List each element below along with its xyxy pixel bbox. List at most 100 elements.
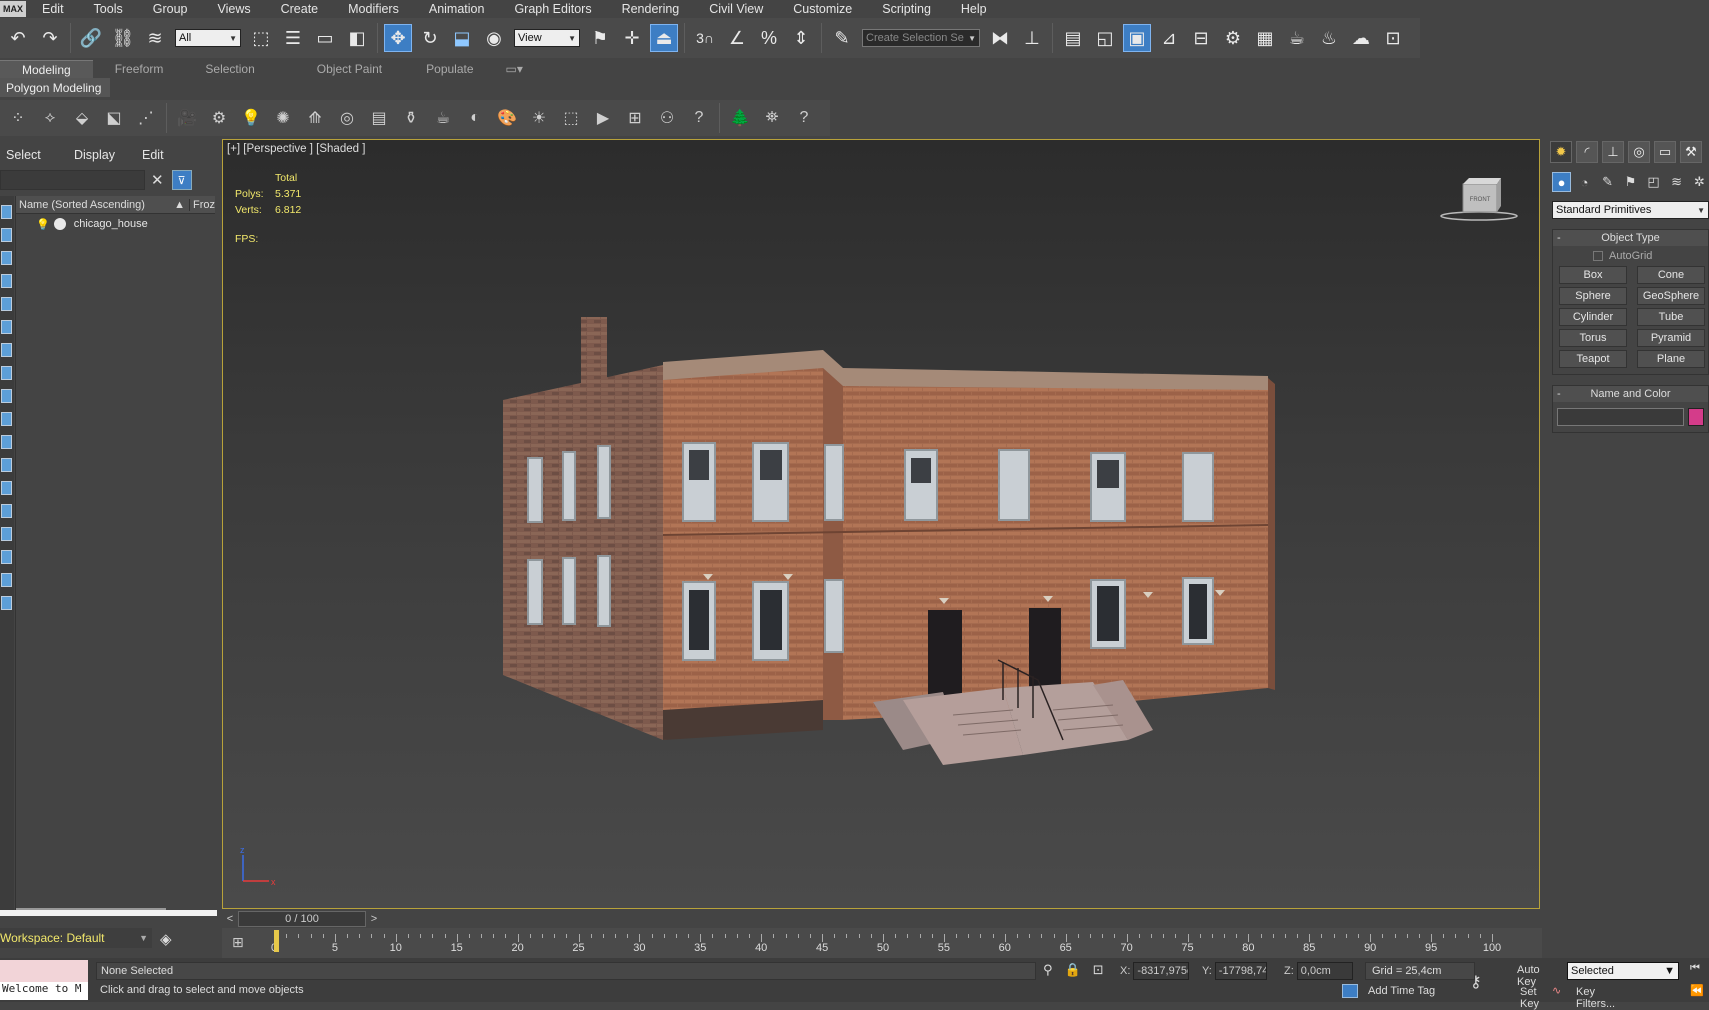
motion-tab-icon[interactable]: ◎ [1628, 141, 1650, 163]
lock-icon[interactable]: 🔒 [1065, 962, 1081, 978]
select-face-icon[interactable]: ⬙ [68, 104, 96, 132]
display-spacewarps-icon[interactable] [1, 320, 12, 334]
populate-lights-icon[interactable]: ⛯ [758, 104, 786, 132]
modify-tab-icon[interactable]: ◜ [1576, 141, 1598, 163]
select-vertex-icon[interactable]: ⁘ [4, 104, 32, 132]
palette-icon[interactable]: 🎨 [493, 104, 521, 132]
menu-animation[interactable]: Animation [413, 2, 499, 16]
manipulate-icon[interactable]: ✛ [618, 24, 646, 52]
display-tab-icon[interactable]: ▭ [1654, 141, 1676, 163]
select-edge-icon[interactable]: ⟡ [36, 104, 64, 132]
tube-button[interactable]: Tube [1637, 308, 1705, 326]
shapes-icon[interactable]: ◔ [1575, 172, 1594, 192]
absolute-mode-icon[interactable]: ⊡ [1093, 962, 1104, 978]
time-next-button[interactable]: > [366, 913, 382, 925]
curve-editor-icon[interactable]: ▣ [1123, 24, 1151, 52]
select-object-icon[interactable]: ⬚ [247, 24, 275, 52]
workspace-dropdown[interactable]: Workspace: Default ▼ [0, 928, 152, 948]
tab-selection[interactable]: Selection [185, 60, 294, 78]
curve-editor-mini-icon[interactable]: ⊞ [232, 934, 244, 951]
object-name-field[interactable] [1557, 408, 1685, 426]
tab-modeling[interactable]: Modeling [0, 60, 93, 78]
torus-button[interactable]: Torus [1559, 329, 1627, 347]
display-cameras-icon[interactable] [1, 274, 12, 288]
light-bulb-icon[interactable]: 💡 [36, 218, 50, 231]
play-frame-icon[interactable]: ▶ [589, 104, 617, 132]
close-icon[interactable]: ✕ [151, 171, 164, 189]
auto-key-button[interactable]: Auto Key [1517, 964, 1540, 988]
tab-freeform[interactable]: Freeform [93, 60, 186, 78]
render-cloud-icon[interactable]: ☁ [1347, 24, 1375, 52]
key-mode-dropdown[interactable]: Selected ▼ [1567, 962, 1679, 980]
display-lights-icon[interactable] [1, 251, 12, 265]
menu-help[interactable]: Help [945, 2, 1001, 16]
spinner-snap-icon[interactable]: ⇕ [787, 24, 815, 52]
time-cursor[interactable] [274, 930, 279, 952]
display-none-icon[interactable] [1, 504, 12, 518]
menu-rendering[interactable]: Rendering [606, 2, 694, 16]
systems-icon[interactable]: ✲ [1690, 172, 1709, 192]
display-invert-icon[interactable] [1, 527, 12, 541]
rotate-icon[interactable]: ↻ [416, 24, 444, 52]
y-field[interactable]: -17798,74 [1214, 962, 1267, 980]
bind-spacewarp-icon[interactable]: ≋ [141, 24, 169, 52]
x-field[interactable]: -8317,975cm [1133, 962, 1190, 980]
time-prev-button[interactable]: < [222, 913, 238, 925]
toggle-ribbon-icon[interactable]: ◱ [1091, 24, 1119, 52]
prev-key-icon[interactable]: ⏪ [1690, 984, 1704, 997]
render-shortcut-icon[interactable]: ⊡ [1379, 24, 1407, 52]
tab-populate[interactable]: Populate [404, 60, 495, 78]
rect-region-icon[interactable]: ▭ [311, 24, 339, 52]
z-field[interactable]: 0,0cm [1296, 962, 1353, 980]
render-icon[interactable]: ☕ [1283, 24, 1311, 52]
paint-select-icon[interactable]: ⬕ [100, 104, 128, 132]
tab-object-paint[interactable]: Object Paint [295, 60, 404, 78]
move-icon[interactable]: ✥ [384, 24, 412, 52]
snaps-toggle-icon[interactable]: 3 ∩ [691, 24, 719, 52]
link-icon[interactable]: 🔗 [77, 24, 105, 52]
edit-named-sets-icon[interactable]: ✎ [828, 24, 856, 52]
explorer-menu-display[interactable]: Display [68, 148, 136, 162]
ribbon-panel-polygon-modeling[interactable]: Polygon Modeling [0, 78, 110, 97]
key-icon[interactable]: ⚷ [1470, 972, 1482, 992]
light-bulb-icon[interactable]: 💡 [237, 104, 265, 132]
create-tab-icon[interactable]: ✹ [1550, 141, 1572, 163]
plane-button[interactable]: Plane [1637, 350, 1705, 368]
teapot-render-icon[interactable]: ⚇ [653, 104, 681, 132]
redo-icon[interactable]: ↷ [36, 24, 64, 52]
bottle-icon[interactable]: ⚱ [397, 104, 425, 132]
rendered-frame-icon[interactable]: ▦ [1251, 24, 1279, 52]
filter-icon[interactable]: ⊽ [171, 170, 192, 190]
ribbon-options-icon[interactable]: ▭▾ [496, 60, 533, 78]
render-setup-icon[interactable]: ⚙ [1219, 24, 1247, 52]
menu-group[interactable]: Group [137, 2, 202, 16]
pivot-icon[interactable]: ⚑ [586, 24, 614, 52]
menu-scripting[interactable]: Scripting [866, 2, 945, 16]
hierarchy-icon[interactable] [1, 573, 12, 587]
key-filters-button[interactable]: Key Filters... [1576, 986, 1615, 1010]
reference-coord-dropdown[interactable]: View ▼ [514, 29, 580, 47]
list-item[interactable]: 💡 chicago_house [16, 214, 215, 234]
teapot-button[interactable]: Teapot [1559, 350, 1627, 368]
display-xrefs-icon[interactable] [1, 366, 12, 380]
menu-customize[interactable]: Customize [777, 2, 866, 16]
utilities-tab-icon[interactable]: ⚒ [1680, 141, 1702, 163]
column-name-header[interactable]: Name (Sorted Ascending) ▲ [16, 198, 190, 211]
column-frozen-header[interactable]: Froz [190, 199, 215, 211]
place-icon[interactable]: ◉ [480, 24, 508, 52]
menu-modifiers[interactable]: Modifiers [332, 2, 413, 16]
keyboard-shortcut-icon[interactable]: ⏏ [650, 24, 678, 52]
display-bones-icon[interactable] [1, 389, 12, 403]
display-shapes-icon[interactable] [1, 228, 12, 242]
menu-views[interactable]: Views [201, 2, 264, 16]
select-by-name-icon[interactable]: ☰ [279, 24, 307, 52]
named-selection-dropdown[interactable]: Create Selection Se ▼ [862, 29, 980, 47]
maxscript-listener[interactable]: Welcome to M [0, 960, 88, 1000]
set-key-button[interactable]: Set Key [1520, 986, 1539, 1010]
perspective-viewport[interactable]: [+] [Perspective ] [Shaded ] Total Polys… [222, 139, 1540, 909]
geosphere-button[interactable]: GeoSphere [1637, 287, 1705, 305]
layer-explorer-icon[interactable]: ▤ [1059, 24, 1087, 52]
menu-civil-view[interactable]: Civil View [693, 2, 777, 16]
window-crossing-icon[interactable]: ◧ [343, 24, 371, 52]
cylinder-button[interactable]: Cylinder [1559, 308, 1627, 326]
